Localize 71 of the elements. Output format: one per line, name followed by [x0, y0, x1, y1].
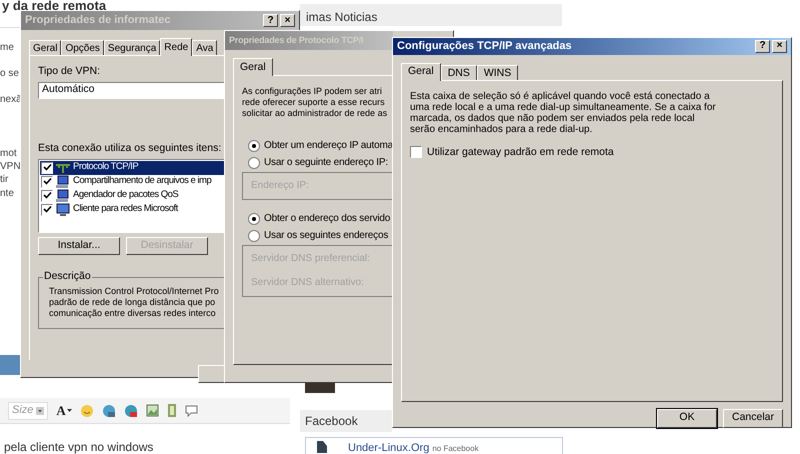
tab[interactable]: WINS — [476, 64, 518, 80]
globe-icon[interactable] — [124, 404, 138, 418]
article-text: me — [0, 41, 14, 55]
article-text: tir — [0, 173, 8, 187]
list-item[interactable]: Agendador de pacotes QoS — [40, 188, 224, 202]
list-label: Esta conexão utiliza os seguintes itens: — [38, 140, 222, 156]
intro-text: As configurações IP podem ser atri rede oferecer suporte a esse recurs solicitar ao administrador de rede as — [242, 86, 388, 119]
option-label: Usar o seguinte endereço IP: — [264, 156, 388, 170]
tab[interactable]: Rede — [160, 38, 192, 56]
explanation-text: Esta caixa de seleção só é aplicável quando você está conectado a uma rede local e a uma rede dial-up simultaneamente. Se a caixa for marcada, os dados que não podem ser enviados pela rede local serão encaminhados para a rede dial-up. — [410, 90, 717, 134]
checkbox[interactable] — [41, 162, 53, 174]
tab[interactable]: Segurança — [104, 40, 160, 55]
font-color-button[interactable]: A — [56, 400, 72, 420]
caret-icon — [66, 408, 72, 412]
radio-button[interactable] — [248, 212, 260, 224]
article-text: VPN — [0, 160, 21, 174]
page-link[interactable]: Under-Linux.Org — [348, 440, 430, 454]
radio-button[interactable] — [248, 140, 260, 152]
help-button[interactable]: ? — [755, 40, 770, 53]
computer-icon — [55, 188, 71, 202]
section-title: imas Noticias — [306, 9, 378, 26]
dialog-button[interactable]: OK — [657, 408, 717, 428]
window-title: Configurações TCP/IP avançadas — [397, 39, 573, 54]
smiley-icon[interactable] — [80, 404, 94, 418]
description-text: Transmission Control Protocol/Internet Pro padrão de rede de longa distância que po comunicação entre diversas redes interco — [48, 284, 220, 318]
editor-text: pela cliente vpn no windows — [4, 439, 154, 454]
page-heading: y da rede remota — [2, 0, 106, 15]
dialog-button[interactable]: Instalar... — [38, 236, 120, 254]
checkbox[interactable] — [41, 190, 53, 202]
option-label: Usar os seguintes endereços — [264, 229, 388, 243]
group-title: Descrição — [43, 270, 92, 281]
network-icon — [55, 162, 71, 174]
dialog-button[interactable]: Cancelar — [723, 408, 783, 428]
link-suffix: no Facebook — [432, 443, 479, 454]
header-bar — [0, 355, 20, 375]
list-item[interactable]: Compartilhamento de arquivos e imp — [40, 174, 224, 188]
close-button[interactable]: × — [772, 40, 787, 53]
list-item[interactable]: Cliente para redes Microsoft — [40, 202, 224, 216]
option-label: Obter o endereço dos servido — [264, 212, 390, 226]
help-button[interactable]: ? — [263, 14, 278, 27]
article-text: o se — [0, 67, 19, 81]
tab[interactable]: Ava — [192, 40, 218, 55]
tab[interactable]: Geral — [233, 58, 273, 76]
dropdown-icon — [36, 406, 44, 414]
dialog-button[interactable] — [198, 365, 224, 383]
photo-placeholder — [305, 383, 335, 393]
radio-button[interactable] — [248, 156, 260, 168]
checkbox[interactable] — [41, 176, 53, 188]
article-text: nte — [0, 187, 14, 201]
field-label: Tipo de VPN: — [38, 64, 102, 79]
comment-icon[interactable] — [184, 404, 198, 417]
globe-icon[interactable] — [102, 404, 116, 418]
computer-icon — [55, 174, 71, 188]
checkbox[interactable] — [410, 146, 422, 158]
option-label: Obter um endereço IP automa — [264, 139, 393, 153]
close-button[interactable]: × — [280, 14, 295, 27]
tab[interactable]: Geral — [29, 40, 62, 55]
tab[interactable]: Opções — [61, 40, 104, 55]
image-icon[interactable] — [146, 404, 159, 417]
checkbox-label: Utilizar gateway padrão em rede remota — [427, 144, 614, 160]
monitor-icon — [55, 202, 71, 216]
radio-button[interactable] — [248, 230, 260, 242]
article-text: mot — [0, 147, 17, 161]
film-icon[interactable] — [166, 404, 177, 417]
list-item[interactable]: Protocolo TCP/IP — [40, 160, 224, 174]
tab[interactable]: Geral — [401, 62, 441, 80]
tab[interactable]: DNS — [440, 64, 477, 80]
section-title: Facebook — [305, 413, 358, 430]
window-title: Propriedades de informatec — [25, 13, 172, 28]
vpn-type-field[interactable]: Automático — [38, 82, 224, 99]
page-icon — [316, 440, 328, 453]
